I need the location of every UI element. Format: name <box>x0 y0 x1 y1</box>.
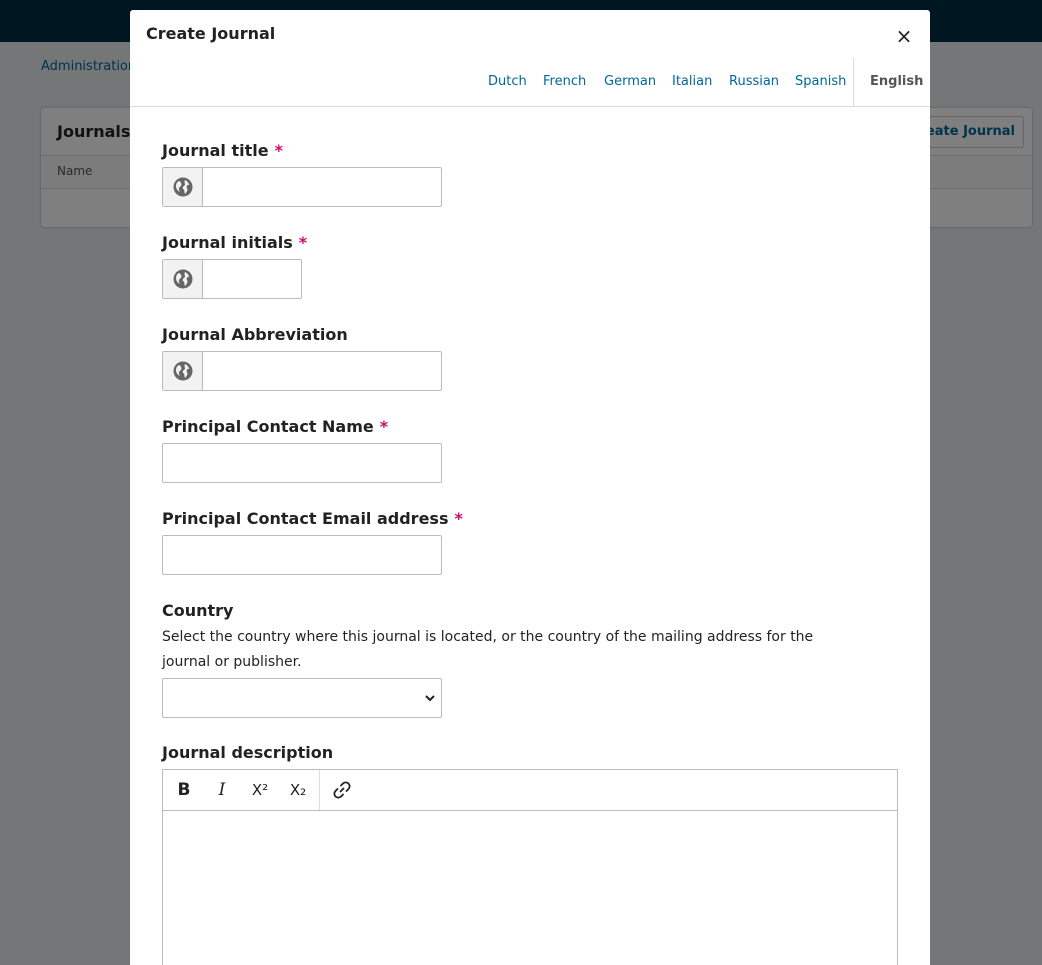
journal-initials-label-text: Journal initials <box>162 233 293 252</box>
multilingual-toggle-button[interactable] <box>163 168 203 206</box>
contact-email-label-text: Principal Contact Email address <box>162 509 449 528</box>
create-journal-modal: Create Journal × Dutch French German Ita… <box>130 10 930 965</box>
locale-tab-italian[interactable]: Italian <box>672 74 712 89</box>
subscript-button[interactable]: X₂ <box>279 770 317 810</box>
country-label: Country <box>162 601 234 620</box>
locale-tab-dutch[interactable]: Dutch <box>488 74 527 89</box>
locale-tab-german[interactable]: German <box>604 74 656 89</box>
chevron-down-icon <box>425 695 435 702</box>
bold-button[interactable]: B <box>165 770 203 810</box>
journal-abbreviation-field <box>162 351 442 391</box>
editor-toolbar: B I X² X₂ <box>163 770 897 811</box>
locale-tab-spanish[interactable]: Spanish <box>795 74 846 89</box>
required-marker: * <box>298 233 308 252</box>
journal-abbreviation-input[interactable] <box>203 352 441 390</box>
italic-button[interactable]: I <box>203 770 241 810</box>
country-select[interactable] <box>162 678 442 718</box>
globe-icon <box>173 177 193 197</box>
locale-tabs: Dutch French German Italian Russian Span… <box>130 58 930 107</box>
journal-title-input[interactable] <box>203 168 441 206</box>
journal-title-field <box>162 167 442 207</box>
locale-tab-english-current[interactable]: English <box>853 58 930 106</box>
journal-initials-label: Journal initials * <box>162 233 307 252</box>
required-marker: * <box>274 141 283 160</box>
contact-email-input[interactable] <box>162 535 442 575</box>
journal-abbreviation-label: Journal Abbreviation <box>162 325 348 344</box>
locale-tab-french[interactable]: French <box>543 74 586 89</box>
journal-initials-field <box>162 259 302 299</box>
contact-name-label-text: Principal Contact Name <box>162 417 374 436</box>
multilingual-toggle-button[interactable] <box>163 352 203 390</box>
multilingual-toggle-button[interactable] <box>163 260 203 298</box>
locale-tab-russian[interactable]: Russian <box>729 74 779 89</box>
country-description: Select the country where this journal is… <box>162 629 814 670</box>
globe-icon <box>173 361 193 381</box>
close-icon[interactable]: × <box>892 24 916 48</box>
contact-name-label: Principal Contact Name * <box>162 417 388 436</box>
contact-email-label: Principal Contact Email address * <box>162 509 463 528</box>
journal-title-label: Journal title * <box>162 141 283 160</box>
contact-name-input[interactable] <box>162 443 442 483</box>
required-marker: * <box>379 417 389 436</box>
journal-description-label: Journal description <box>162 743 334 762</box>
journal-description-editor[interactable]: B I X² X₂ <box>162 769 898 965</box>
journal-initials-input[interactable] <box>203 260 301 298</box>
toolbar-divider <box>319 770 320 810</box>
journal-title-label-text: Journal title <box>162 141 269 160</box>
link-button[interactable] <box>323 770 361 810</box>
required-marker: * <box>454 509 463 528</box>
link-icon <box>333 781 351 799</box>
superscript-button[interactable]: X² <box>241 770 279 810</box>
globe-icon <box>173 269 193 289</box>
modal-title: Create Journal <box>146 24 276 43</box>
